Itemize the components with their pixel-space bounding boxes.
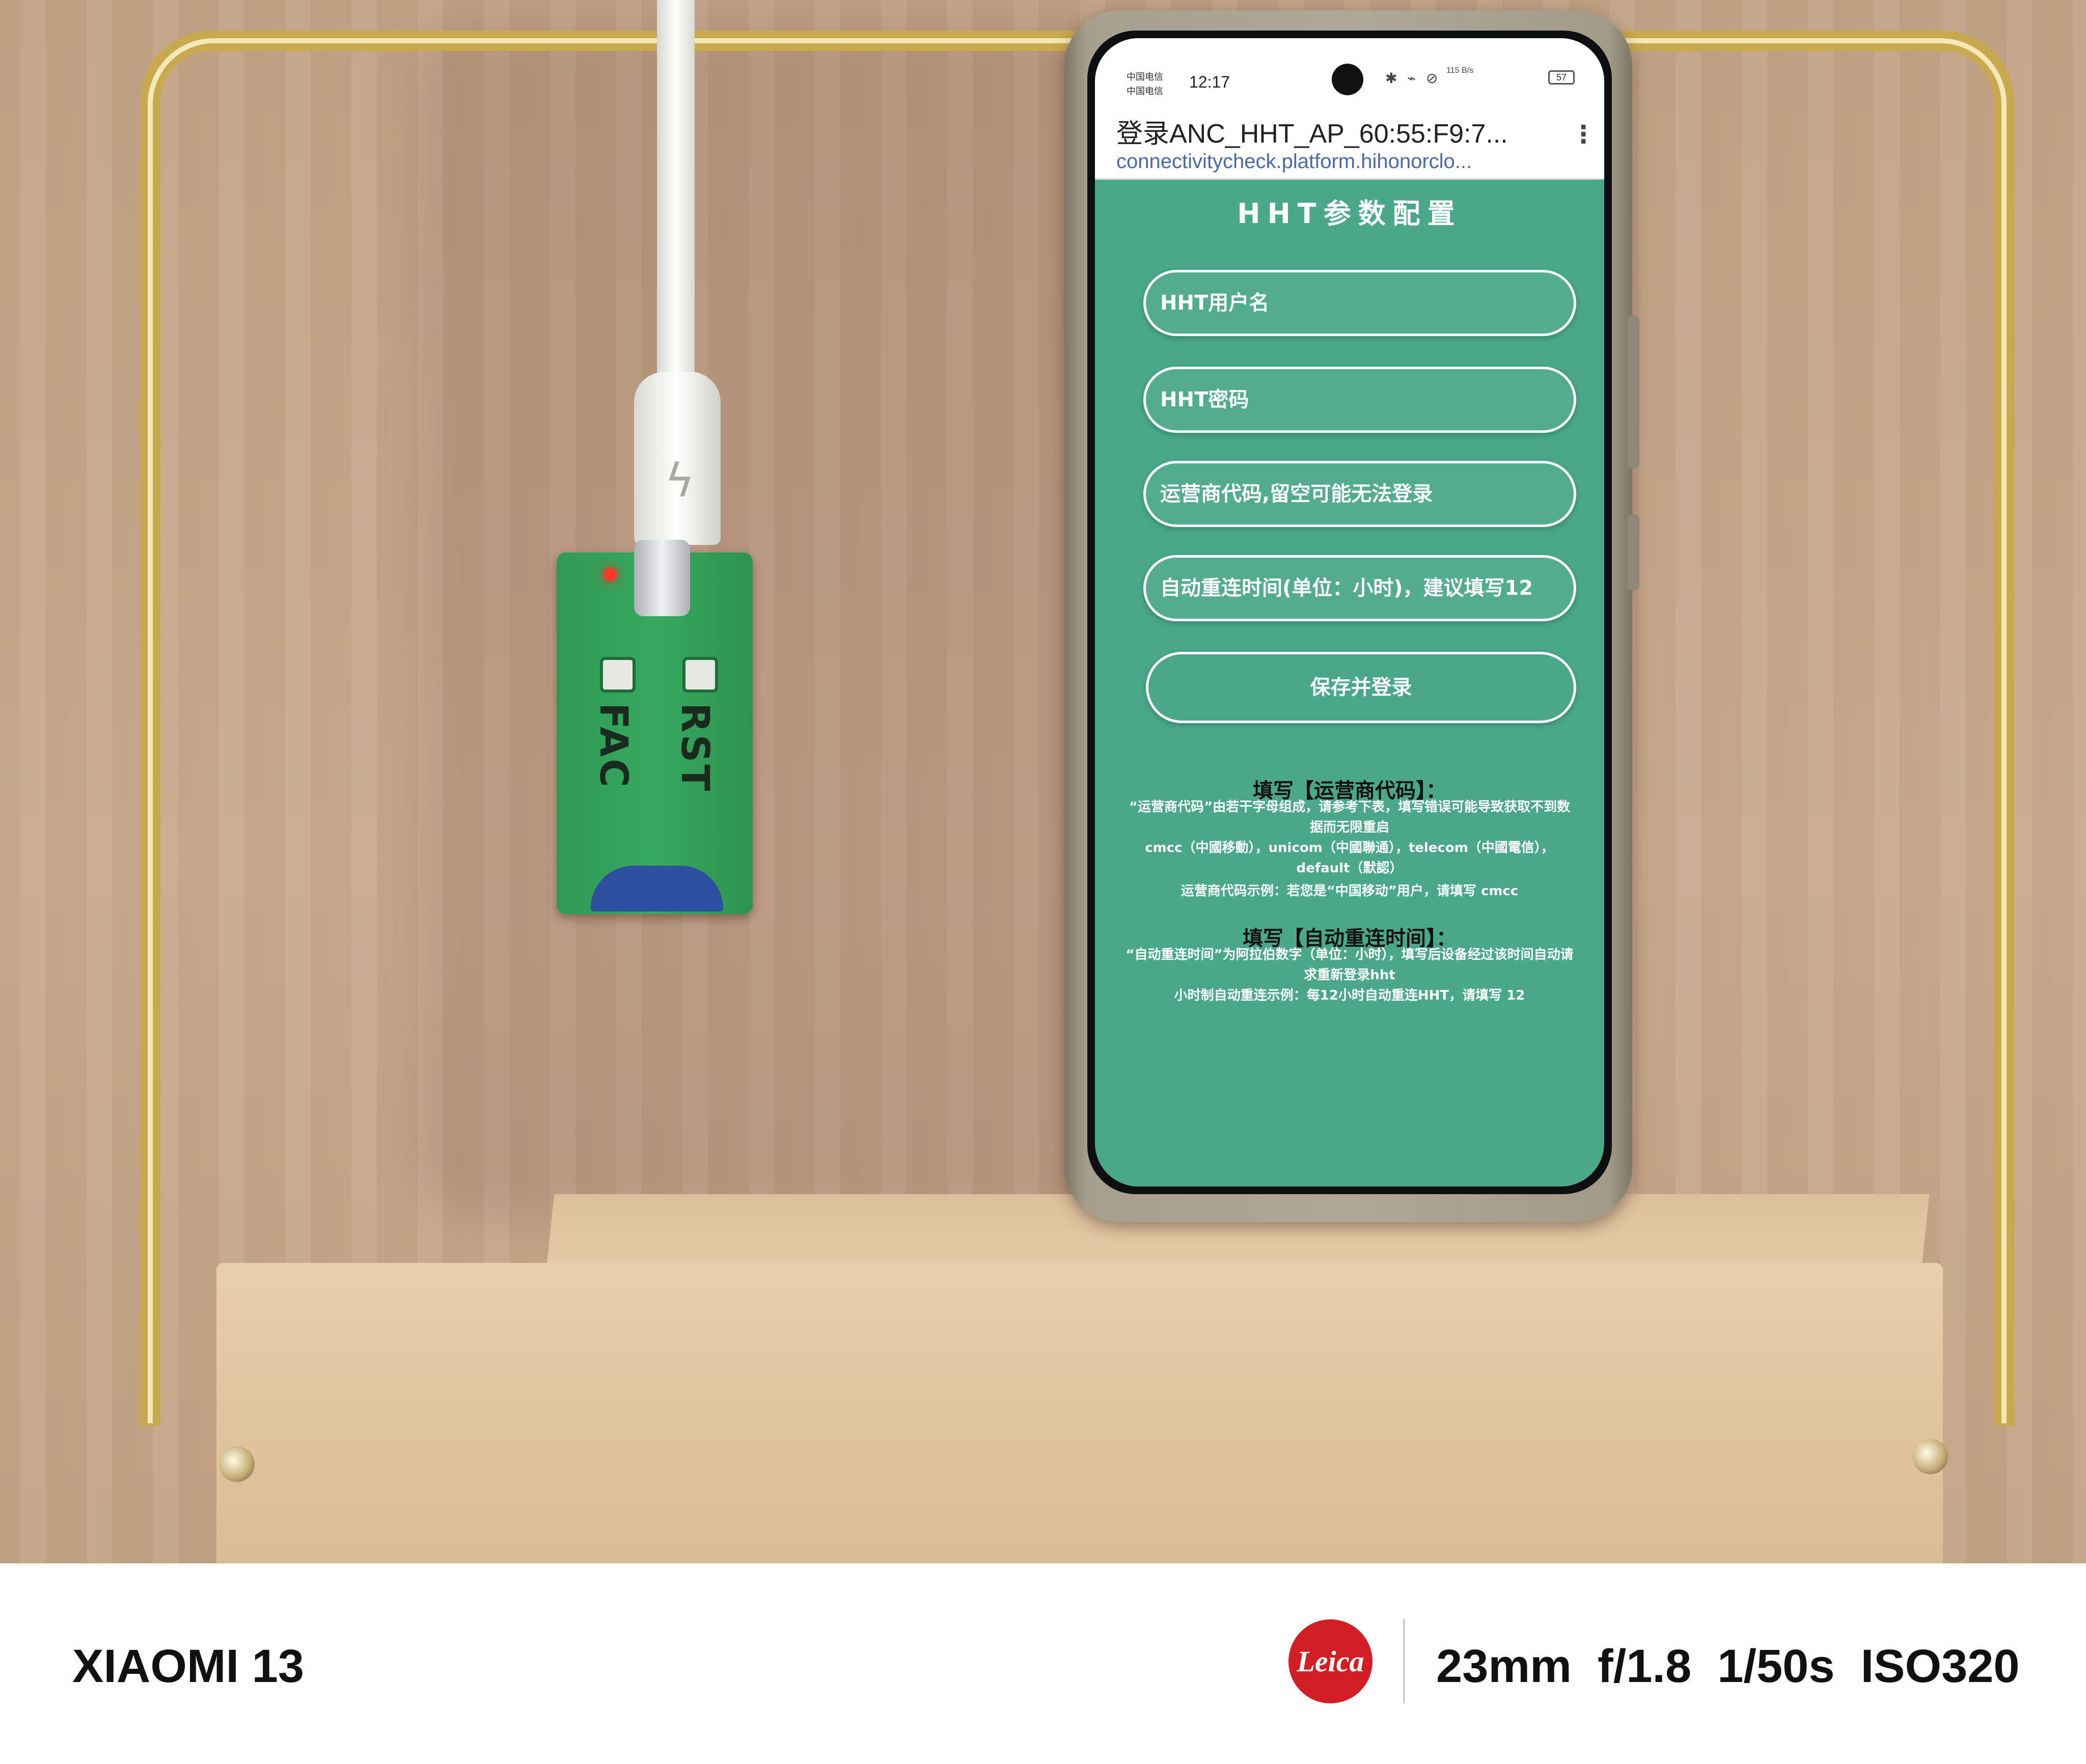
photo-watermark-bar: XIAOMI 13 Leica 23mm f/1.8 1/50s ISO320 xyxy=(0,1563,2086,1764)
usb-c-connector xyxy=(634,540,690,616)
phone-screen: 中国电信 中国电信 12:17 ✱ ⌁ ⊘ 115 B/s 57 登录ANC_H… xyxy=(1095,38,1604,1187)
reconnect-interval-field[interactable]: 自动重连时间(单位：小时)，建议填写12 xyxy=(1143,555,1576,621)
status-bar: 中国电信 中国电信 12:17 ✱ ⌁ ⊘ 115 B/s 57 xyxy=(1095,38,1604,99)
operator-help-text: “运营商代码”由若干字母组成，请参考下表，填写错误可能导致获取不到数据而无限重启 xyxy=(1129,800,1571,835)
power-button xyxy=(1627,514,1639,591)
operator-help-example: 运营商代码示例：若您是“中国移动”用户，请填写 cmcc xyxy=(1181,884,1519,899)
username-field[interactable]: HHT用户名 xyxy=(1143,270,1576,336)
device-name: XIAOMI 13 xyxy=(72,1640,305,1692)
antenna-module xyxy=(591,866,723,912)
front-camera xyxy=(1332,64,1363,95)
operator-code-field[interactable]: 运营商代码,留空可能无法登录 xyxy=(1143,461,1576,527)
page-title: 登录ANC_HHT_AP_60:55:F9:7... xyxy=(1116,119,1508,149)
rst-label: RST xyxy=(673,703,718,793)
reconnect-interval-placeholder: 自动重连时间(单位：小时)，建议填写12 xyxy=(1160,576,1533,600)
leica-logo: Leica xyxy=(1288,1619,1373,1703)
network-speed: 115 B/s xyxy=(1446,66,1474,75)
operator-code-placeholder: 运营商代码,留空可能无法登录 xyxy=(1160,482,1433,506)
red-led xyxy=(603,568,617,581)
carrier-label-2: 中国电信 xyxy=(1127,86,1163,96)
operator-help-options: cmcc（中國移動），unicom（中國聯通），telecom（中國電信），de… xyxy=(1145,840,1554,876)
password-placeholder: HHT密码 xyxy=(1160,388,1249,411)
username-placeholder: HHT用户名 xyxy=(1160,291,1270,315)
fac-label: FAC xyxy=(591,703,637,789)
volume-button xyxy=(1627,316,1639,468)
charging-bolt-icon: ϟ xyxy=(665,454,695,508)
carrier-label: 中国电信 xyxy=(1127,72,1163,82)
battery-icon: 57 xyxy=(1548,70,1575,85)
captive-portal-header: 登录ANC_HHT_AP_60:55:F9:7... connectivityc… xyxy=(1095,99,1604,180)
rst-button[interactable] xyxy=(682,657,718,693)
screw-right xyxy=(1912,1439,1948,1474)
more-vert-icon[interactable]: ⋮ xyxy=(1571,122,1596,147)
exif-info: 23mm f/1.8 1/50s ISO320 xyxy=(1436,1640,2020,1692)
reconnect-help-text: “自动重连时间”为阿拉伯数字（单位：小时），填写后设备经过该时间自动请求重新登录… xyxy=(1126,947,1574,983)
page-url: connectivitycheck.platform.hihonorclo... xyxy=(1116,150,1472,173)
photo: ϟ FAC RST 中国电信 中国电信 12:17 ✱ ⌁ ⊘ 115 B/s … xyxy=(0,0,2086,1563)
wooden-stand xyxy=(216,1263,1943,1563)
screw-left xyxy=(219,1446,255,1482)
status-time: 12:17 xyxy=(1189,73,1230,91)
save-and-login-button[interactable]: 保存并登录 xyxy=(1146,652,1576,723)
status-icons: ✱ ⌁ ⊘ xyxy=(1385,70,1441,86)
password-field[interactable]: HHT密码 xyxy=(1143,367,1576,433)
usb-cable xyxy=(657,0,695,387)
form-heading: HHT参数配置 xyxy=(1237,198,1462,230)
reconnect-help-example: 小时制自动重连示例：每12小时自动重连HHT，请填写 12 xyxy=(1174,988,1525,1003)
divider xyxy=(1403,1619,1405,1703)
fac-button[interactable] xyxy=(600,657,636,693)
